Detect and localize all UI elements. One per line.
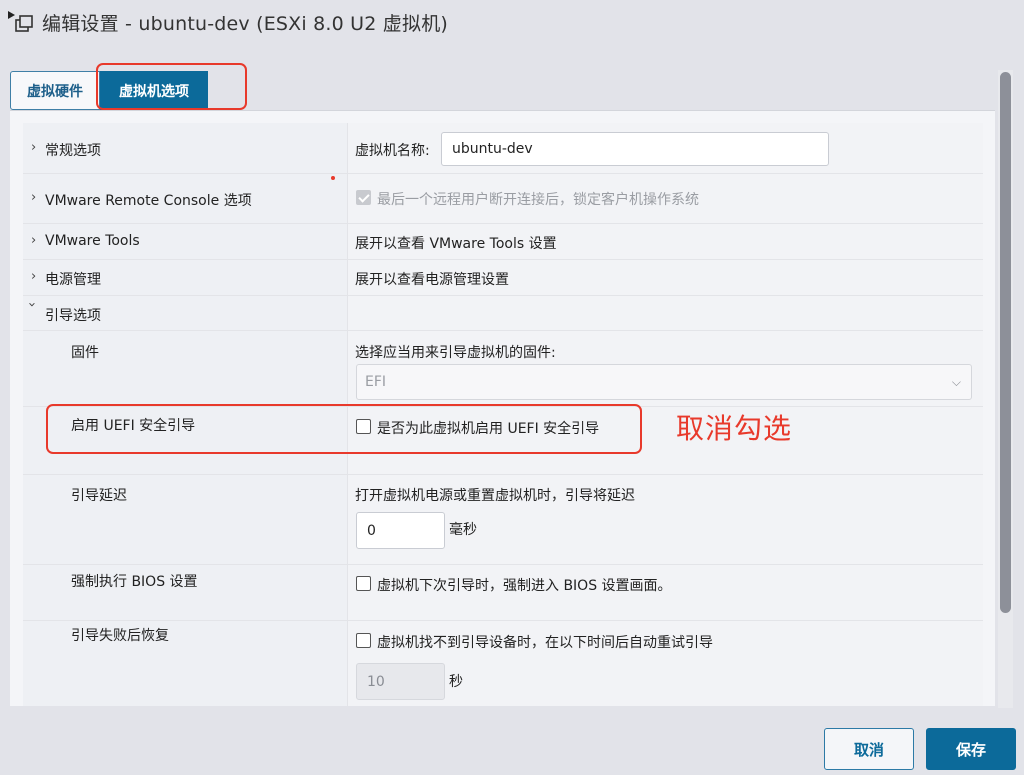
row-value-cell: 虚拟机下次引导时，强制进入 BIOS 设置画面。	[348, 565, 983, 620]
section-label-power-management: 电源管理	[45, 272, 101, 288]
secure-boot-checkbox-text: 是否为此虚拟机启用 UEFI 安全引导	[377, 421, 600, 437]
chevron-right-icon: ›	[31, 140, 37, 155]
power-management-summary: 展开以查看电源管理设置	[355, 272, 509, 288]
row-failed-boot-recovery: 引导失败后恢复 虚拟机找不到引导设备时，在以下时间后自动重试引导 秒	[23, 621, 983, 706]
settings-list: › 常规选项 虚拟机名称: › VMware Remote Console 选项…	[23, 123, 983, 706]
lock-guest-text: 最后一个远程用户断开连接后，锁定客户机操作系统	[377, 192, 699, 208]
boot-delay-unit: 毫秒	[449, 522, 477, 538]
failed-boot-recovery-label: 引导失败后恢复	[71, 628, 169, 644]
vm-name-input[interactable]	[441, 132, 829, 166]
row-label-cell: 强制执行 BIOS 设置	[23, 565, 348, 620]
tab-virtual-hardware[interactable]: 虚拟硬件	[10, 71, 100, 110]
row-boot-options[interactable]: › 引导选项	[23, 296, 983, 331]
force-bios-label: 强制执行 BIOS 设置	[71, 574, 198, 590]
title-bar: 编辑设置 - ubuntu-dev (ESXi 8.0 U2 虚拟机)	[0, 0, 1024, 44]
row-force-bios: 强制执行 BIOS 设置 虚拟机下次引导时，强制进入 BIOS 设置画面。	[23, 565, 983, 621]
force-bios-checkbox-text: 虚拟机下次引导时，强制进入 BIOS 设置画面。	[377, 578, 672, 594]
boot-delay-label: 引导延迟	[71, 488, 127, 504]
chevron-right-icon: ›	[31, 233, 37, 248]
firmware-selected-value: EFI	[365, 374, 387, 390]
row-value-cell	[348, 296, 983, 330]
tab-label: 虚拟硬件	[27, 83, 83, 100]
annotation-dot	[331, 176, 335, 180]
row-label-cell: › 电源管理	[23, 260, 348, 295]
row-label-cell: 引导延迟	[23, 475, 348, 564]
tab-bar: 虚拟硬件 虚拟机选项	[10, 71, 208, 111]
row-firmware: 固件 选择应当用来引导虚拟机的固件: EFI ⌵	[23, 331, 983, 407]
row-value-cell: 最后一个远程用户断开连接后，锁定客户机操作系统	[348, 174, 983, 223]
failed-boot-recovery-unit: 秒	[449, 674, 463, 690]
failed-boot-recovery-input[interactable]	[356, 663, 445, 700]
window-title: 编辑设置 - ubuntu-dev (ESXi 8.0 U2 虚拟机)	[42, 12, 449, 35]
row-value-cell: 虚拟机名称:	[348, 123, 983, 173]
section-label-boot-options: 引导选项	[45, 308, 101, 324]
row-value-cell: 选择应当用来引导虚拟机的固件: EFI ⌵	[348, 331, 983, 406]
chevron-right-icon: ›	[31, 269, 37, 284]
tab-vm-options[interactable]: 虚拟机选项	[100, 71, 208, 110]
row-label-cell: 引导失败后恢复	[23, 621, 348, 706]
row-label-cell: 启用 UEFI 安全引导	[23, 407, 348, 474]
section-label-vmware-tools: VMware Tools	[45, 233, 140, 249]
row-remote-console[interactable]: › VMware Remote Console 选项 最后一个远程用户断开连接后…	[23, 174, 983, 224]
scrollbar-thumb[interactable]	[1000, 72, 1011, 613]
row-boot-delay: 引导延迟 打开虚拟机电源或重置虚拟机时，引导将延迟 毫秒	[23, 475, 983, 565]
row-secure-boot: 启用 UEFI 安全引导 是否为此虚拟机启用 UEFI 安全引导	[23, 407, 983, 475]
tab-label: 虚拟机选项	[119, 83, 189, 100]
secure-boot-label: 启用 UEFI 安全引导	[71, 418, 196, 434]
row-label-cell: › VMware Tools	[23, 224, 348, 259]
row-general[interactable]: › 常规选项 虚拟机名称:	[23, 123, 983, 174]
row-label-cell: › 常规选项	[23, 123, 348, 173]
firmware-label: 固件	[71, 345, 99, 361]
secure-boot-checkbox[interactable]	[356, 419, 371, 434]
vmware-tools-summary: 展开以查看 VMware Tools 设置	[355, 236, 557, 252]
window-popout-icon	[6, 7, 34, 37]
chevron-right-icon: ›	[31, 190, 37, 205]
row-value-cell: 展开以查看电源管理设置	[348, 260, 983, 295]
row-power-management[interactable]: › 电源管理 展开以查看电源管理设置	[23, 260, 983, 296]
row-value-cell: 虚拟机找不到引导设备时，在以下时间后自动重试引导 秒	[348, 621, 983, 706]
row-value-cell: 打开虚拟机电源或重置虚拟机时，引导将延迟 毫秒	[348, 475, 983, 564]
save-button[interactable]: 保存	[926, 728, 1016, 770]
force-bios-checkbox[interactable]	[356, 576, 371, 591]
failed-boot-recovery-checkbox-text: 虚拟机找不到引导设备时，在以下时间后自动重试引导	[377, 635, 713, 651]
row-label-cell: › VMware Remote Console 选项	[23, 174, 348, 223]
row-vmware-tools[interactable]: › VMware Tools 展开以查看 VMware Tools 设置	[23, 224, 983, 260]
cancel-button[interactable]: 取消	[824, 728, 914, 770]
chevron-down-icon: ⌵	[951, 375, 961, 389]
row-value-cell: 是否为此虚拟机启用 UEFI 安全引导	[348, 407, 983, 474]
section-label-general: 常规选项	[45, 143, 101, 159]
annotation-text: 取消勾选	[676, 412, 793, 445]
vm-name-label: 虚拟机名称:	[355, 143, 430, 159]
lock-guest-checkbox[interactable]	[356, 190, 371, 205]
boot-delay-input[interactable]	[356, 512, 445, 549]
boot-delay-description: 打开虚拟机电源或重置虚拟机时，引导将延迟	[355, 488, 635, 504]
row-value-cell: 展开以查看 VMware Tools 设置	[348, 224, 983, 259]
row-label-cell: 固件	[23, 331, 348, 406]
settings-panel: › 常规选项 虚拟机名称: › VMware Remote Console 选项…	[10, 110, 995, 706]
row-label-cell: › 引导选项	[23, 296, 348, 330]
firmware-select[interactable]: EFI ⌵	[356, 364, 972, 400]
failed-boot-recovery-checkbox[interactable]	[356, 633, 371, 648]
section-label-remote-console: VMware Remote Console 选项	[45, 193, 252, 209]
chevron-down-icon: ›	[24, 302, 39, 308]
firmware-description: 选择应当用来引导虚拟机的固件:	[355, 345, 556, 361]
